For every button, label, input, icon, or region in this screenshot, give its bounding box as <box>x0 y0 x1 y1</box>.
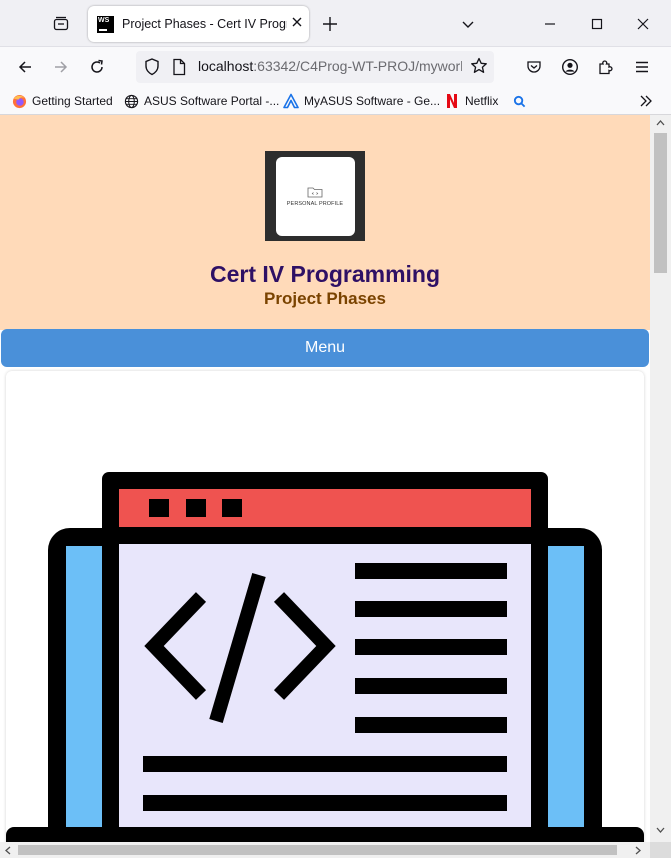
page-title: Cert IV Programming <box>209 261 441 287</box>
code-window-titlebar <box>119 489 531 527</box>
double-chevron-right-icon <box>640 95 652 107</box>
back-button[interactable] <box>11 53 39 81</box>
close-icon <box>637 18 649 30</box>
text-line <box>355 678 507 694</box>
url-text[interactable]: localhost:63342/C4Prog-WT-PROJ/mywork <box>198 58 462 74</box>
laptop-screen-left <box>66 546 104 842</box>
bookmark-label: Netflix <box>465 94 499 108</box>
text-line <box>355 639 507 655</box>
minimize-button[interactable] <box>535 10 565 38</box>
reload-icon <box>91 59 103 73</box>
text-line <box>143 795 507 811</box>
page-icon[interactable] <box>172 58 186 76</box>
bookmark-search[interactable] <box>511 91 532 111</box>
scroll-down-button[interactable] <box>650 822 671 838</box>
star-icon[interactable] <box>470 57 488 75</box>
app-menu-button[interactable] <box>628 53 656 81</box>
url-path: :63342/C4Prog-WT-PROJ/mywork <box>253 58 462 74</box>
close-icon <box>292 17 302 27</box>
laptop-base <box>6 827 644 842</box>
logo-card: PERSONAL PROFILE <box>275 156 355 236</box>
tab-list-button[interactable] <box>47 12 75 36</box>
extensions-button[interactable] <box>592 53 620 81</box>
tab-title: Project Phases - Cert IV Programming <box>122 17 287 31</box>
account-icon <box>561 58 579 76</box>
text-line <box>355 717 507 733</box>
chevron-up-icon <box>656 120 665 126</box>
scroll-left-button[interactable] <box>0 842 16 858</box>
active-tab[interactable]: WS Project Phases - Cert IV Programming <box>88 6 309 42</box>
window-dot <box>149 499 169 517</box>
navigation-toolbar: localhost:63342/C4Prog-WT-PROJ/mywork <box>0 47 671 87</box>
laptop-screen-right <box>546 546 584 842</box>
code-laptop-illustration <box>6 472 644 842</box>
window-dot <box>186 499 206 517</box>
chevron-left-icon <box>5 846 11 854</box>
bookmark-netflix[interactable]: Netflix <box>444 91 498 111</box>
horizontal-scrollbar[interactable] <box>0 842 650 858</box>
logo-caption: PERSONAL PROFILE <box>286 200 344 207</box>
text-line <box>143 756 507 772</box>
arrow-right-icon <box>55 61 68 73</box>
scroll-up-button[interactable] <box>650 115 671 131</box>
content-card <box>6 371 644 842</box>
netflix-icon <box>444 93 460 109</box>
vertical-scrollbar[interactable] <box>650 115 671 842</box>
firefox-icon <box>11 93 27 109</box>
account-button[interactable] <box>556 53 584 81</box>
menu-button[interactable]: Menu <box>1 329 649 367</box>
puzzle-icon <box>599 60 613 75</box>
page: PERSONAL PROFILE Cert IV Programming Pro… <box>0 115 650 842</box>
url-host: localhost <box>198 58 254 74</box>
hamburger-icon <box>636 61 648 73</box>
bookmark-myasus-software[interactable]: MyASUS Software - Ge... <box>283 91 440 111</box>
web-content: PERSONAL PROFILE Cert IV Programming Pro… <box>0 115 671 858</box>
folder-code-icon <box>307 187 323 197</box>
bookmark-label: Getting Started <box>32 94 113 108</box>
bookmark-asus-software-portal[interactable]: ASUS Software Portal -... <box>123 91 279 111</box>
plus-icon <box>323 17 337 31</box>
bookmarks-overflow-button[interactable] <box>634 90 658 112</box>
webstorm-icon: WS <box>97 15 114 33</box>
bookmark-label: ASUS Software Portal -... <box>144 94 280 108</box>
tab-close-button[interactable] <box>291 16 303 32</box>
new-tab-button[interactable] <box>318 12 342 36</box>
chevron-right-icon <box>635 846 641 854</box>
search-icon <box>511 93 527 109</box>
pocket-button[interactable] <box>520 53 548 81</box>
text-line <box>355 563 507 579</box>
address-bar[interactable]: localhost:63342/C4Prog-WT-PROJ/mywork <box>136 51 494 83</box>
site-header: PERSONAL PROFILE Cert IV Programming Pro… <box>0 115 650 330</box>
pocket-icon <box>527 61 541 73</box>
minimize-icon <box>545 23 555 25</box>
reload-button[interactable] <box>83 53 111 81</box>
tab-strip: WS Project Phases - Cert IV Programming <box>0 0 671 47</box>
close-window-button[interactable] <box>628 10 658 38</box>
bookmark-getting-started[interactable]: Getting Started <box>11 91 113 111</box>
list-all-tabs-button[interactable] <box>456 12 480 36</box>
bookmark-label: MyASUS Software - Ge... <box>304 94 441 108</box>
text-line <box>355 601 507 617</box>
scroll-right-button[interactable] <box>630 842 646 858</box>
tab-list-icon <box>53 16 69 31</box>
asus-icon <box>283 93 299 109</box>
scrollbar-corner <box>650 842 671 858</box>
chevron-down-icon <box>462 21 474 28</box>
window-dot <box>222 499 242 517</box>
shield-icon[interactable] <box>144 58 160 76</box>
site-logo: PERSONAL PROFILE <box>265 151 365 241</box>
arrow-left-icon <box>18 61 31 73</box>
maximize-button[interactable] <box>582 10 612 38</box>
bookmarks-toolbar: Getting Started ASUS Software Portal -..… <box>0 87 671 115</box>
chevron-down-icon <box>656 827 665 833</box>
horizontal-scroll-thumb[interactable] <box>18 845 617 855</box>
page-subtitle: Project Phases <box>264 289 386 308</box>
browser-window: WS Project Phases - Cert IV Programming <box>0 0 671 858</box>
maximize-icon <box>591 18 603 30</box>
vertical-scroll-thumb[interactable] <box>654 133 667 273</box>
forward-button[interactable] <box>47 53 75 81</box>
globe-icon <box>123 93 139 109</box>
